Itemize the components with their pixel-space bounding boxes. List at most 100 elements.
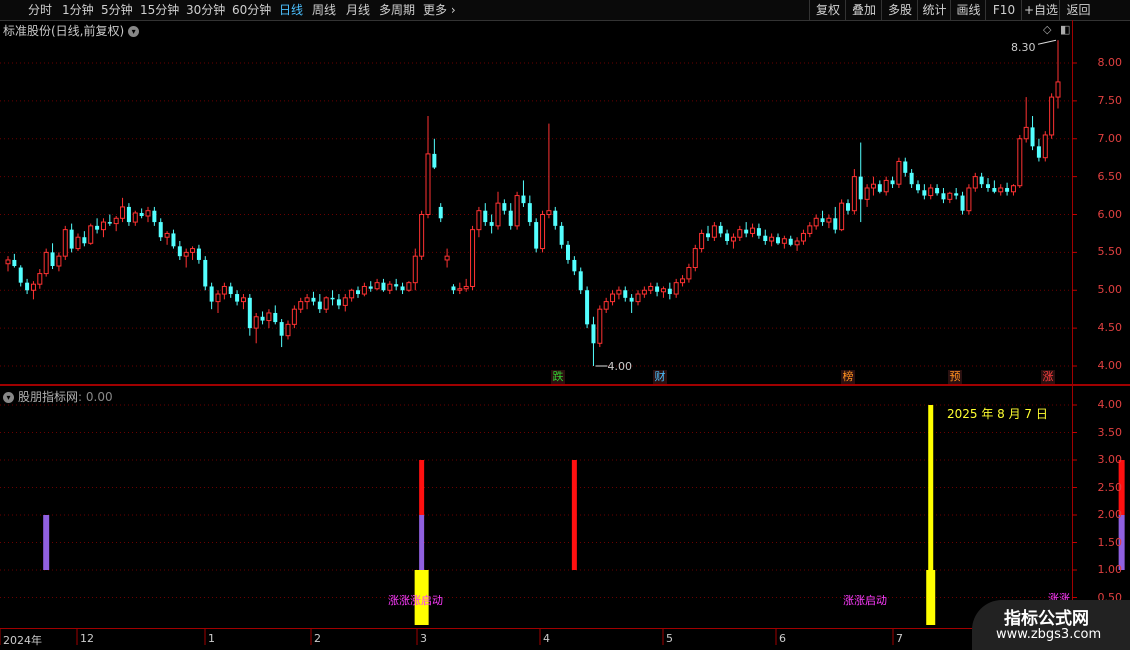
candle-body-20 <box>132 212 138 223</box>
candle-body-136 <box>870 183 876 189</box>
event-marker-3[interactable]: 预 <box>948 370 962 384</box>
time-axis-label-1: 12 <box>80 632 94 645</box>
indicator-bar-5 <box>928 405 934 570</box>
candle-body-59 <box>381 282 386 291</box>
candle-body-32 <box>209 286 214 302</box>
candle-body-48 <box>311 297 316 302</box>
candle-body-34 <box>221 285 227 295</box>
signal-label-0: 涨涨涨启动 <box>388 594 443 607</box>
candle-body-133 <box>851 176 857 212</box>
price-axis-label-6: 5.00 <box>1097 283 1123 297</box>
candle-body-46 <box>298 301 304 310</box>
candle-body-154 <box>986 184 990 188</box>
candle-body-12 <box>82 237 87 244</box>
candle-body-71 <box>457 288 463 291</box>
diamond-icon[interactable]: ◇ <box>1043 23 1051 36</box>
candle-body-47 <box>304 297 310 303</box>
candle-body-7 <box>50 252 55 267</box>
candle-body-84 <box>540 214 546 250</box>
candle-body-79 <box>508 210 513 226</box>
candle-body-109 <box>699 232 705 250</box>
candle-body-74 <box>476 210 482 231</box>
candle-body-116 <box>744 229 749 234</box>
candle-body-151 <box>966 187 972 212</box>
candle-body-117 <box>750 227 756 234</box>
candle-body-132 <box>846 203 850 211</box>
candle-body-112 <box>718 225 723 234</box>
candle-body-63 <box>406 282 412 291</box>
candle-body-145 <box>928 187 934 197</box>
high-price-label: 8.30 <box>1011 41 1036 55</box>
candle-body-125 <box>800 232 806 242</box>
top-border <box>0 20 1130 21</box>
candle-body-28 <box>183 251 189 257</box>
candle-body-25 <box>164 232 170 238</box>
candle-body-97 <box>623 290 628 298</box>
candle-body-80 <box>514 195 520 227</box>
candle-body-147 <box>941 193 946 200</box>
candle-body-159 <box>1017 138 1023 187</box>
candle-body-142 <box>909 172 914 185</box>
candle-body-165 <box>1055 81 1061 98</box>
candle-body-91 <box>585 290 590 325</box>
candle-body-89 <box>572 259 577 272</box>
time-axis-label-6: 5 <box>666 632 673 645</box>
candle-body-85 <box>546 210 552 215</box>
candle-body-83 <box>534 222 539 249</box>
event-marker-4[interactable]: 涨 <box>1041 370 1055 384</box>
event-marker-2[interactable]: 榜 <box>841 370 855 384</box>
candle-body-102 <box>655 286 660 292</box>
candle-body-70 <box>451 286 456 291</box>
candle-body-33 <box>215 293 221 303</box>
candle-body-56 <box>361 285 367 295</box>
candle-body-149 <box>954 193 959 196</box>
candle-body-156 <box>998 187 1004 193</box>
candle-body-31 <box>203 259 208 287</box>
candle-body-158 <box>1010 185 1016 193</box>
candle-body-40 <box>260 316 265 321</box>
candle-body-144 <box>922 190 927 196</box>
candle-body-95 <box>610 293 616 303</box>
panel-toggle-icon[interactable]: ◧ <box>1060 23 1070 36</box>
signal-label-1: 涨涨启动 <box>843 594 887 607</box>
candle-body-152 <box>972 176 978 189</box>
candle-body-104 <box>667 288 672 295</box>
candle-body-38 <box>247 297 252 329</box>
candle-body-150 <box>960 195 965 211</box>
candle-body-140 <box>896 160 902 185</box>
candle-body-106 <box>680 278 686 284</box>
candle-body-55 <box>356 290 360 295</box>
candle-body-76 <box>489 222 494 226</box>
event-marker-0[interactable]: 跌 <box>551 370 565 384</box>
candle-body-1 <box>12 259 17 267</box>
candle-body-128 <box>820 218 825 223</box>
candle-body-72 <box>463 285 469 290</box>
candle-body-4 <box>30 283 36 291</box>
candle-body-14 <box>95 225 100 230</box>
candle-body-126 <box>807 225 813 234</box>
candle-body-114 <box>730 236 736 242</box>
chart-canvas[interactable] <box>0 0 1130 650</box>
candle-body-103 <box>660 288 666 293</box>
candle-body-30 <box>196 248 201 260</box>
candle-body-143 <box>916 184 920 191</box>
candle-body-36 <box>235 294 240 302</box>
event-marker-1[interactable]: 财 <box>653 370 667 384</box>
candle-body-81 <box>521 195 526 204</box>
candle-body-146 <box>935 187 940 194</box>
candle-body-127 <box>813 217 819 227</box>
candle-body-120 <box>769 236 775 242</box>
candle-body-111 <box>711 225 717 238</box>
candle-body-11 <box>75 236 81 250</box>
candle-body-155 <box>992 187 997 192</box>
price-axis-label-0: 8.00 <box>1097 56 1123 69</box>
candle-body-160 <box>1023 126 1029 140</box>
candle-body-69 <box>444 255 450 261</box>
candle-body-105 <box>673 282 679 295</box>
time-axis-label-8: 7 <box>896 632 903 645</box>
price-axis-label-7: 4.50 <box>1097 321 1123 335</box>
candle-body-135 <box>864 187 870 200</box>
candle-body-39 <box>253 316 259 329</box>
candle-body-54 <box>349 289 355 299</box>
candle-body-10 <box>69 229 74 249</box>
